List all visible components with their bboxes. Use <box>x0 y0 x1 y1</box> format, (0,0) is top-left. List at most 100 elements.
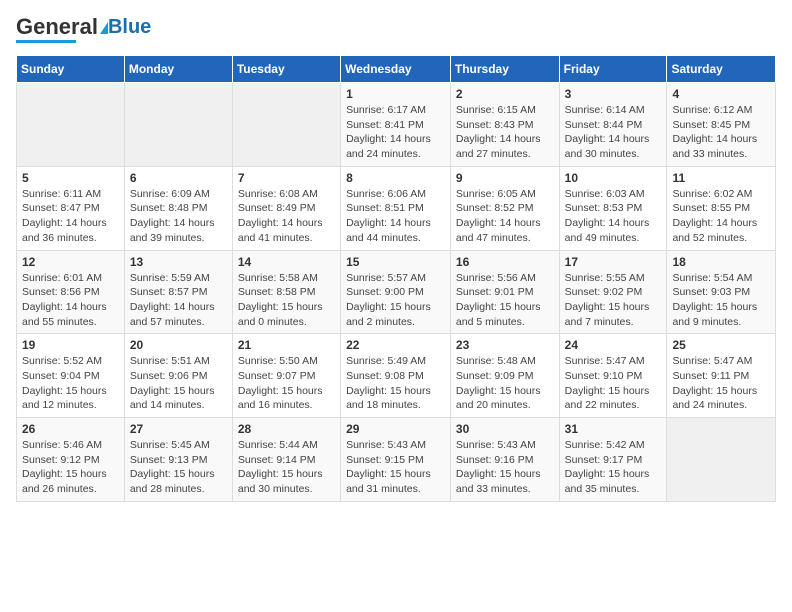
page-header: General Blue <box>16 16 776 43</box>
calendar-cell: 23 Sunrise: 5:48 AM Sunset: 9:09 PM Dayli… <box>450 334 559 418</box>
day-number: 6 <box>130 171 227 185</box>
calendar-cell: 14 Sunrise: 5:58 AM Sunset: 8:58 PM Dayli… <box>232 250 340 334</box>
calendar-cell: 24 Sunrise: 5:47 AM Sunset: 9:10 PM Dayli… <box>559 334 667 418</box>
calendar-cell: 22Sunrise: 5:49 AM Sunset: 9:08 PM Dayli… <box>341 334 451 418</box>
day-info: Sunrise: 5:47 AM Sunset: 9:10 PM Dayligh… <box>565 354 662 413</box>
day-number: 15 <box>346 255 445 269</box>
day-number: 9 <box>456 171 554 185</box>
calendar-cell: 30Sunrise: 5:43 AM Sunset: 9:16 PM Dayli… <box>450 418 559 502</box>
day-info: Sunrise: 6:11 AM Sunset: 8:47 PM Dayligh… <box>22 187 119 246</box>
day-info: Sunrise: 5:58 AM Sunset: 8:58 PM Dayligh… <box>238 271 335 330</box>
calendar-cell: 7 Sunrise: 6:08 AM Sunset: 8:49 PM Daylig… <box>232 166 340 250</box>
header-day-saturday: Saturday <box>667 56 776 83</box>
day-number: 16 <box>456 255 554 269</box>
day-number: 10 <box>565 171 662 185</box>
day-number: 2 <box>456 87 554 101</box>
day-number: 14 <box>238 255 335 269</box>
day-info: Sunrise: 5:47 AM Sunset: 9:11 PM Dayligh… <box>672 354 770 413</box>
calendar-cell: 5 Sunrise: 6:11 AM Sunset: 8:47 PM Daylig… <box>17 166 125 250</box>
day-info: Sunrise: 5:45 AM Sunset: 9:13 PM Dayligh… <box>130 438 227 497</box>
day-info: Sunrise: 5:44 AM Sunset: 9:14 PM Dayligh… <box>238 438 335 497</box>
calendar-cell: 11 Sunrise: 6:02 AM Sunset: 8:55 PM Dayli… <box>667 166 776 250</box>
day-info: Sunrise: 6:15 AM Sunset: 8:43 PM Dayligh… <box>456 103 554 162</box>
calendar-cell: 19 Sunrise: 5:52 AM Sunset: 9:04 PM Dayli… <box>17 334 125 418</box>
day-info: Sunrise: 5:56 AM Sunset: 9:01 PM Dayligh… <box>456 271 554 330</box>
calendar-week-1: 5 Sunrise: 6:11 AM Sunset: 8:47 PM Daylig… <box>17 166 776 250</box>
day-number: 22 <box>346 338 445 352</box>
logo-icon: General <box>16 16 108 38</box>
day-info: Sunrise: 5:48 AM Sunset: 9:09 PM Dayligh… <box>456 354 554 413</box>
day-info: Sunrise: 6:17 AM Sunset: 8:41 PM Dayligh… <box>346 103 445 162</box>
calendar-cell: 8 Sunrise: 6:06 AM Sunset: 8:51 PM Daylig… <box>341 166 451 250</box>
day-info: Sunrise: 6:08 AM Sunset: 8:49 PM Dayligh… <box>238 187 335 246</box>
day-number: 24 <box>565 338 662 352</box>
calendar-cell <box>667 418 776 502</box>
day-info: Sunrise: 6:03 AM Sunset: 8:53 PM Dayligh… <box>565 187 662 246</box>
calendar-cell: 18 Sunrise: 5:54 AM Sunset: 9:03 PM Dayli… <box>667 250 776 334</box>
day-info: Sunrise: 5:57 AM Sunset: 9:00 PM Dayligh… <box>346 271 445 330</box>
header-day-wednesday: Wednesday <box>341 56 451 83</box>
day-number: 20 <box>130 338 227 352</box>
day-number: 29 <box>346 422 445 436</box>
day-info: Sunrise: 5:54 AM Sunset: 9:03 PM Dayligh… <box>672 271 770 330</box>
day-number: 23 <box>456 338 554 352</box>
calendar-cell: 15 Sunrise: 5:57 AM Sunset: 9:00 PM Dayli… <box>341 250 451 334</box>
day-info: Sunrise: 6:05 AM Sunset: 8:52 PM Dayligh… <box>456 187 554 246</box>
calendar-cell: 12Sunrise: 6:01 AM Sunset: 8:56 PM Dayli… <box>17 250 125 334</box>
calendar-cell: 21 Sunrise: 5:50 AM Sunset: 9:07 PM Dayli… <box>232 334 340 418</box>
calendar-table: SundayMondayTuesdayWednesdayThursdayFrid… <box>16 55 776 502</box>
calendar-cell: 27 Sunrise: 5:45 AM Sunset: 9:13 PM Dayli… <box>124 418 232 502</box>
day-info: Sunrise: 6:02 AM Sunset: 8:55 PM Dayligh… <box>672 187 770 246</box>
day-info: Sunrise: 5:50 AM Sunset: 9:07 PM Dayligh… <box>238 354 335 413</box>
calendar-cell: 16 Sunrise: 5:56 AM Sunset: 9:01 PM Dayli… <box>450 250 559 334</box>
day-info: Sunrise: 5:43 AM Sunset: 9:16 PM Dayligh… <box>456 438 554 497</box>
day-number: 18 <box>672 255 770 269</box>
day-number: 11 <box>672 171 770 185</box>
calendar-week-4: 26 Sunrise: 5:46 AM Sunset: 9:12 PM Dayli… <box>17 418 776 502</box>
calendar-cell: 28 Sunrise: 5:44 AM Sunset: 9:14 PM Dayli… <box>232 418 340 502</box>
day-number: 7 <box>238 171 335 185</box>
calendar-cell: 13Sunrise: 5:59 AM Sunset: 8:57 PM Dayli… <box>124 250 232 334</box>
day-number: 4 <box>672 87 770 101</box>
header-day-sunday: Sunday <box>17 56 125 83</box>
calendar-cell: 6 Sunrise: 6:09 AM Sunset: 8:48 PM Daylig… <box>124 166 232 250</box>
day-info: Sunrise: 5:43 AM Sunset: 9:15 PM Dayligh… <box>346 438 445 497</box>
calendar-cell: 26 Sunrise: 5:46 AM Sunset: 9:12 PM Dayli… <box>17 418 125 502</box>
day-info: Sunrise: 6:12 AM Sunset: 8:45 PM Dayligh… <box>672 103 770 162</box>
day-number: 26 <box>22 422 119 436</box>
calendar-cell: 9 Sunrise: 6:05 AM Sunset: 8:52 PM Daylig… <box>450 166 559 250</box>
day-number: 1 <box>346 87 445 101</box>
header-day-tuesday: Tuesday <box>232 56 340 83</box>
header-day-monday: Monday <box>124 56 232 83</box>
day-info: Sunrise: 6:14 AM Sunset: 8:44 PM Dayligh… <box>565 103 662 162</box>
day-number: 12 <box>22 255 119 269</box>
day-info: Sunrise: 6:09 AM Sunset: 8:48 PM Dayligh… <box>130 187 227 246</box>
day-info: Sunrise: 5:55 AM Sunset: 9:02 PM Dayligh… <box>565 271 662 330</box>
day-info: Sunrise: 5:59 AM Sunset: 8:57 PM Dayligh… <box>130 271 227 330</box>
calendar-cell: 29 Sunrise: 5:43 AM Sunset: 9:15 PM Dayli… <box>341 418 451 502</box>
calendar-week-3: 19 Sunrise: 5:52 AM Sunset: 9:04 PM Dayli… <box>17 334 776 418</box>
day-number: 5 <box>22 171 119 185</box>
day-number: 8 <box>346 171 445 185</box>
day-info: Sunrise: 5:46 AM Sunset: 9:12 PM Dayligh… <box>22 438 119 497</box>
header-day-thursday: Thursday <box>450 56 559 83</box>
calendar-cell: 25 Sunrise: 5:47 AM Sunset: 9:11 PM Dayli… <box>667 334 776 418</box>
calendar-cell: 10 Sunrise: 6:03 AM Sunset: 8:53 PM Dayli… <box>559 166 667 250</box>
day-number: 17 <box>565 255 662 269</box>
day-number: 25 <box>672 338 770 352</box>
calendar-cell: 31Sunrise: 5:42 AM Sunset: 9:17 PM Dayli… <box>559 418 667 502</box>
day-info: Sunrise: 5:42 AM Sunset: 9:17 PM Dayligh… <box>565 438 662 497</box>
calendar-week-2: 12Sunrise: 6:01 AM Sunset: 8:56 PM Dayli… <box>17 250 776 334</box>
calendar-cell <box>17 83 125 167</box>
calendar-week-0: 1 Sunrise: 6:17 AM Sunset: 8:41 PM Daylig… <box>17 83 776 167</box>
day-number: 21 <box>238 338 335 352</box>
day-number: 28 <box>238 422 335 436</box>
calendar-cell: 17 Sunrise: 5:55 AM Sunset: 9:02 PM Dayli… <box>559 250 667 334</box>
day-info: Sunrise: 6:06 AM Sunset: 8:51 PM Dayligh… <box>346 187 445 246</box>
logo-blue-label: Blue <box>108 17 151 37</box>
day-number: 3 <box>565 87 662 101</box>
day-number: 27 <box>130 422 227 436</box>
calendar-cell: 2 Sunrise: 6:15 AM Sunset: 8:43 PM Daylig… <box>450 83 559 167</box>
day-info: Sunrise: 5:52 AM Sunset: 9:04 PM Dayligh… <box>22 354 119 413</box>
day-number: 19 <box>22 338 119 352</box>
